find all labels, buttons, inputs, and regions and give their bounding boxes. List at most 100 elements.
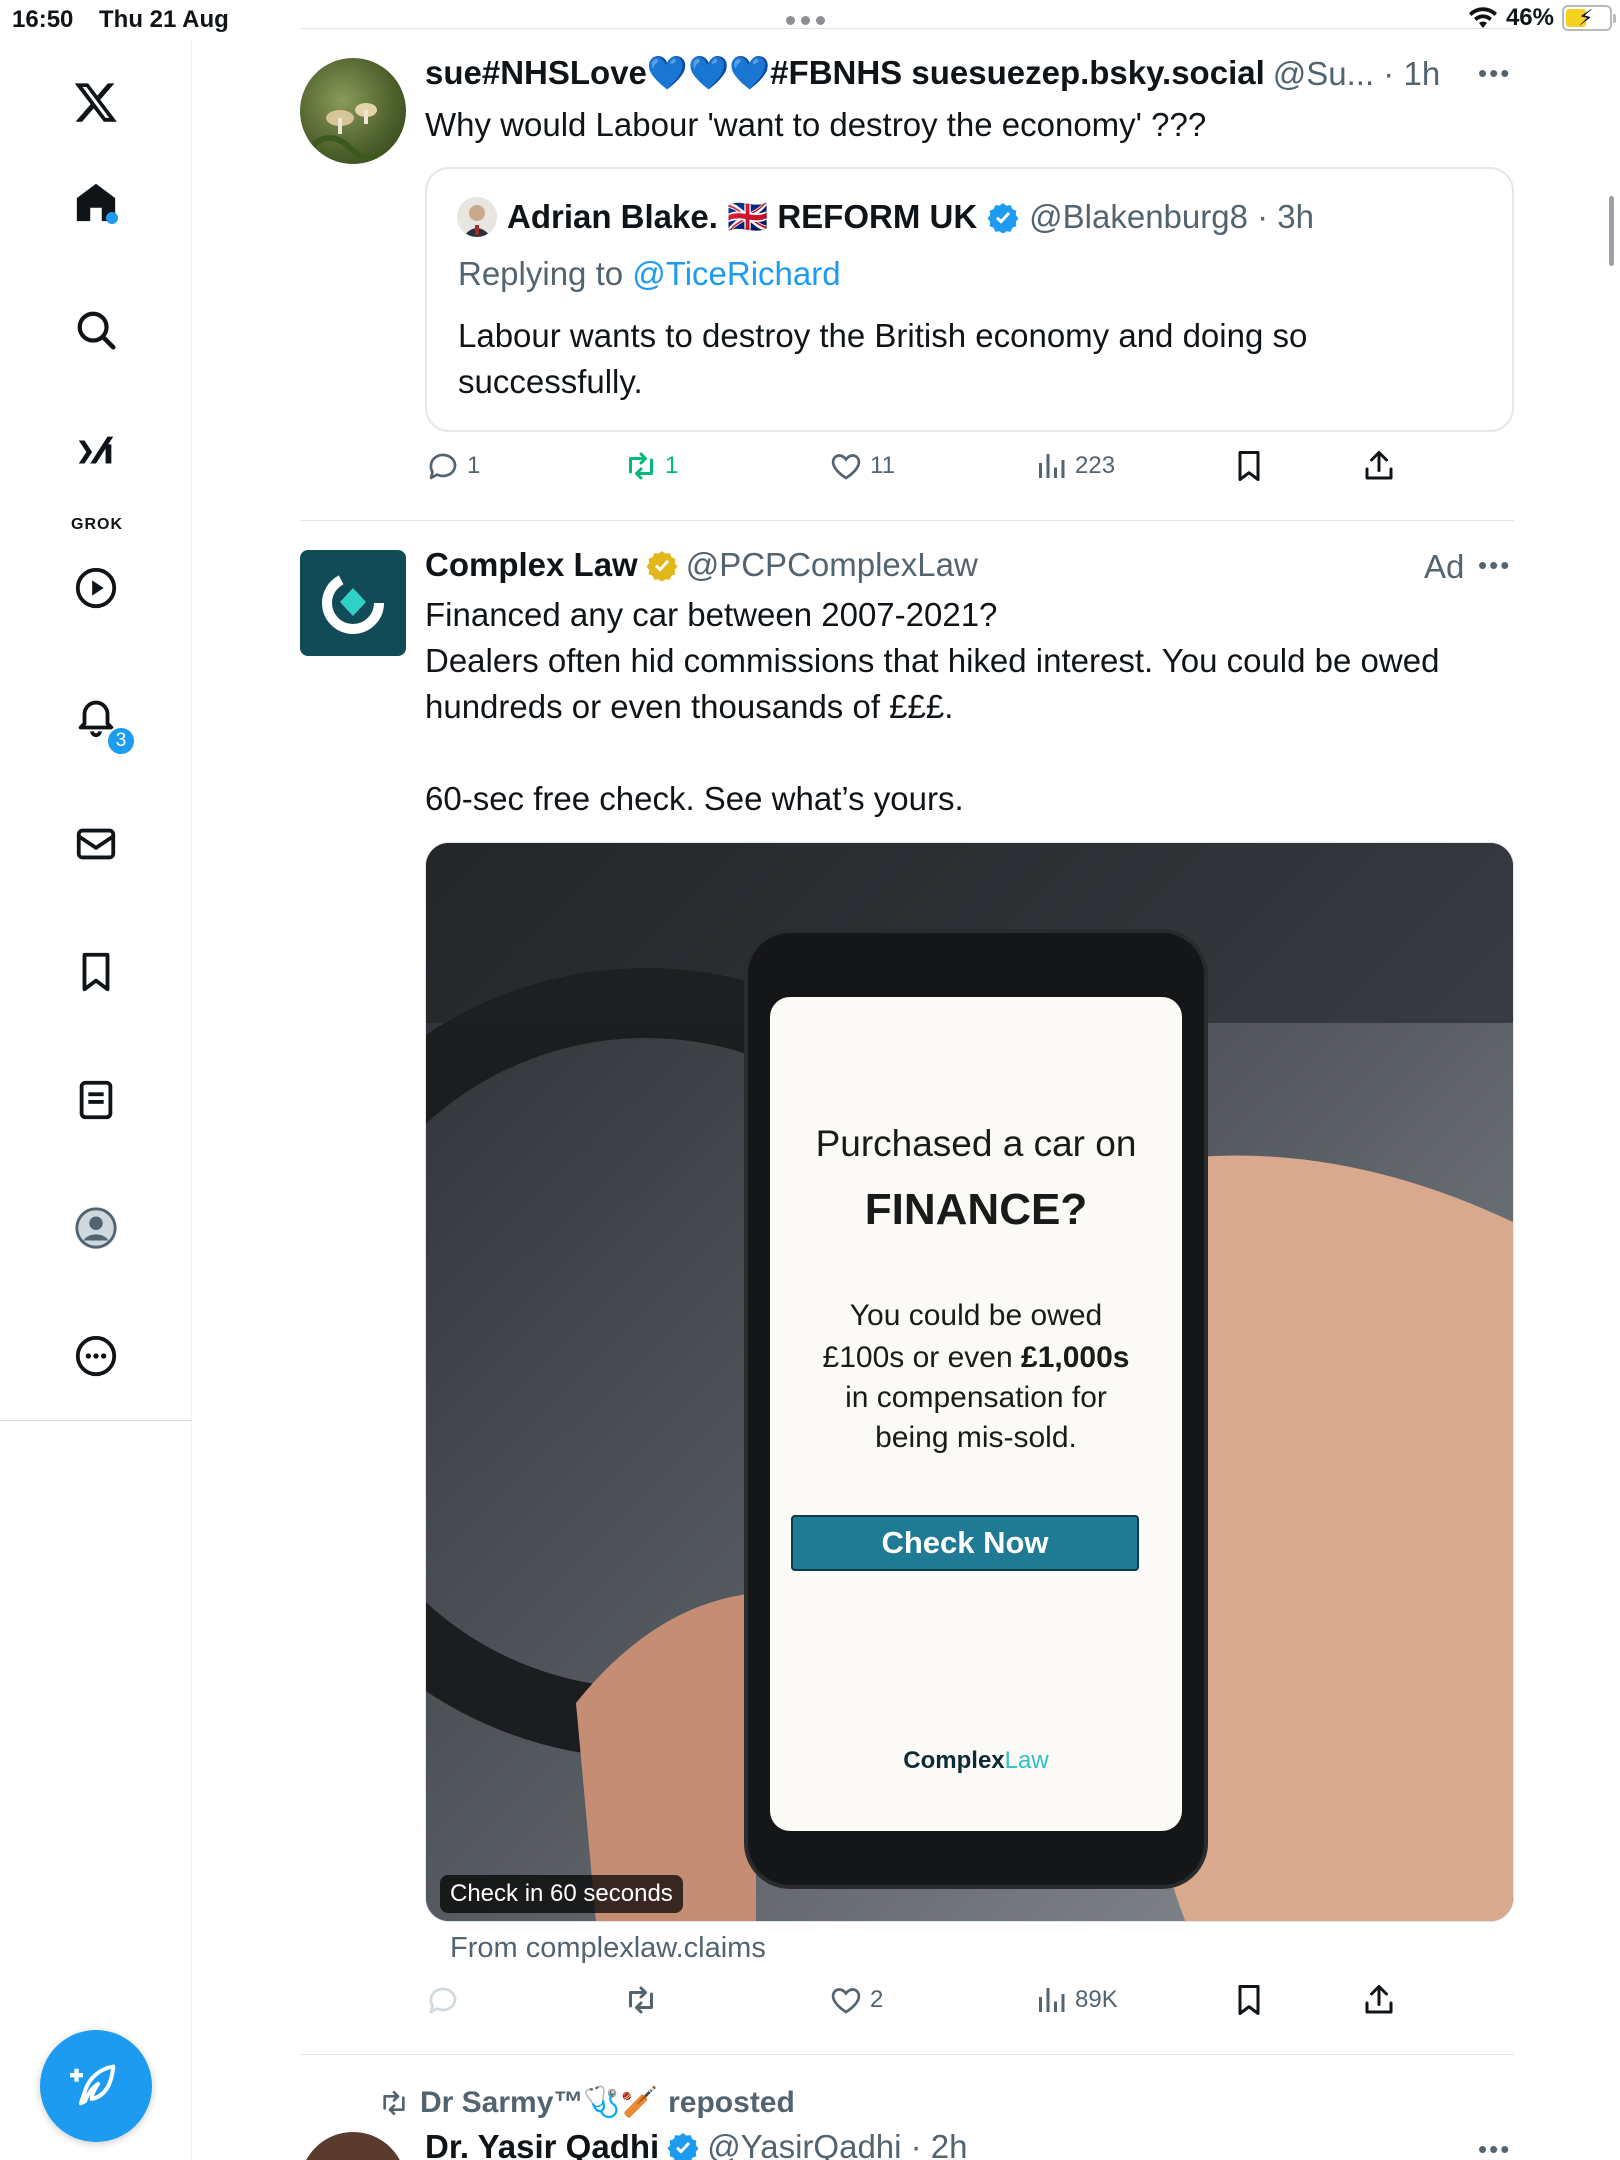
screen-line: £100s or even £1,000s: [822, 1341, 1130, 1374]
author-name[interactable]: Complex Law: [425, 546, 638, 584]
quoted-post-header: Adrian Blake. 🇬🇧 REFORM UK @Blakenburg8 …: [457, 197, 1314, 237]
post-more-icon[interactable]: •••: [1478, 2134, 1511, 2160]
screen-line: You could be owed: [849, 1299, 1103, 1332]
replying-to: Replying to @TiceRichard: [458, 255, 841, 292]
repost-icon: [629, 1986, 653, 2014]
feed-divider: [300, 2054, 1514, 2055]
advertiser-logo[interactable]: [300, 550, 406, 656]
bookmark-icon: [1238, 451, 1260, 481]
repost-count: 1: [665, 452, 679, 479]
bookmark-icon: [1238, 1985, 1260, 2015]
battery-icon: ⚡: [1562, 5, 1616, 31]
home-icon[interactable]: [56, 162, 136, 242]
profile-icon[interactable]: [56, 1188, 136, 1268]
avatar[interactable]: [300, 58, 406, 164]
like-button[interactable]: 2: [828, 1982, 883, 2018]
status-date: Thu 21 Aug: [99, 6, 229, 33]
reposter-name[interactable]: Dr Sarmy™🩺🏏: [420, 2085, 658, 2120]
x-logo-icon[interactable]: [56, 62, 136, 142]
bookmark-button[interactable]: [1231, 1982, 1267, 2018]
sidebar: GROK 3: [0, 40, 192, 2160]
bookmark-button[interactable]: [1231, 448, 1267, 484]
wifi-icon: [1468, 7, 1497, 28]
feed-divider: [300, 520, 1514, 521]
reply-count: 1: [467, 452, 481, 479]
verified-badge-icon: [987, 203, 1019, 233]
post-text: Financed any car between 2007-2021? Deal…: [425, 592, 1514, 822]
status-time: 16:50: [12, 6, 74, 33]
views-count: 89K: [1075, 1986, 1118, 2013]
share-icon: [1365, 1985, 1393, 2014]
check-now-button[interactable]: Check Now: [791, 1515, 1139, 1571]
like-icon: [831, 454, 861, 480]
author-name[interactable]: Dr. Yasir Qadhi: [425, 2128, 659, 2160]
notifications-badge: 3: [106, 726, 136, 756]
replying-to-link[interactable]: @TiceRichard: [632, 255, 840, 292]
screen-headline: FINANCE?: [864, 1185, 1088, 1234]
post-header: Dr. Yasir Qadhi @YasirQadhi · 2h: [425, 2128, 968, 2160]
author-handle-time[interactable]: @Su... · 1h: [1273, 55, 1440, 93]
like-count: 2: [870, 1986, 884, 2013]
phone-screen: Purchased a car on FINANCE? You could be…: [770, 997, 1182, 1831]
screen-brand: ComplexLaw: [903, 1747, 1049, 1774]
post-header: sue#NHSLove💙💙💙#FBNHS suesuezep.bsky.soci…: [425, 54, 1440, 93]
repost-icon: [629, 452, 653, 480]
views-count: 223: [1075, 452, 1116, 479]
views-button[interactable]: 89K: [1033, 1982, 1118, 2018]
author-handle-time[interactable]: @YasirQadhi · 2h: [707, 2128, 967, 2160]
video-icon[interactable]: [56, 548, 136, 628]
grok-label: GROK: [71, 516, 123, 533]
post-more-icon[interactable]: •••: [1478, 550, 1511, 581]
post-more-icon[interactable]: •••: [1478, 58, 1511, 89]
verified-gold-badge-icon: [646, 551, 678, 581]
home-unread-dot: [106, 212, 118, 224]
media-caption: Check in 60 seconds: [440, 1875, 683, 1913]
screen-line: in compensation for: [845, 1381, 1107, 1414]
author-handle[interactable]: @PCPComplexLaw: [686, 546, 978, 584]
post-actions: 1 1 11 223: [425, 448, 1425, 498]
scrollbar[interactable]: [1609, 196, 1614, 266]
share-button[interactable]: [1361, 1982, 1397, 2018]
quoted-avatar: [457, 197, 497, 237]
like-button[interactable]: 11: [828, 448, 895, 484]
reply-button[interactable]: 1: [425, 448, 480, 484]
screen-line: being mis-sold.: [875, 1421, 1077, 1454]
grok-icon[interactable]: [56, 412, 136, 492]
repost-button[interactable]: 1: [623, 448, 678, 484]
post-text-line: Dealers often hid commissions that hiked…: [425, 642, 1440, 725]
bookmarks-icon[interactable]: [56, 932, 136, 1012]
post-header: Complex Law @PCPComplexLaw: [425, 546, 978, 584]
repost-button[interactable]: [623, 1982, 659, 2018]
multitasking-dots[interactable]: [786, 16, 825, 25]
more-icon[interactable]: [56, 1316, 136, 1396]
views-icon: [1039, 454, 1065, 478]
compose-icon: [70, 2064, 116, 2106]
reply-button[interactable]: [425, 1982, 461, 2018]
author-name[interactable]: sue#NHSLove💙💙💙#FBNHS suesuezep.bsky.soci…: [425, 54, 1265, 93]
share-button[interactable]: [1361, 448, 1397, 484]
feed-divider: [300, 28, 1514, 29]
quoted-post[interactable]: Adrian Blake. 🇬🇧 REFORM UK @Blakenburg8 …: [425, 167, 1514, 432]
compose-button[interactable]: [40, 2030, 152, 2142]
quoted-author-name: Adrian Blake. 🇬🇧 REFORM UK: [507, 197, 978, 235]
views-button[interactable]: 223: [1033, 448, 1115, 484]
verified-badge-icon: [667, 2133, 699, 2160]
ad-media-image[interactable]: Purchased a car on FINANCE? You could be…: [425, 842, 1514, 1922]
messages-icon[interactable]: [56, 804, 136, 884]
post-text-line: Financed any car between 2007-2021?: [425, 596, 998, 633]
avatar[interactable]: [300, 2132, 406, 2160]
repost-context: Dr Sarmy™🩺🏏 reposted: [378, 2085, 795, 2120]
reposted-label: reposted: [668, 2085, 795, 2119]
status-bar: 16:50 Thu 21 Aug 46% ⚡: [0, 0, 1620, 40]
search-icon[interactable]: [56, 290, 136, 370]
repost-icon: [383, 2090, 405, 2115]
screen-line: Purchased a car on: [815, 1123, 1137, 1164]
post-text: Why would Labour 'want to destroy the ec…: [425, 106, 1207, 143]
lists-icon[interactable]: [56, 1060, 136, 1140]
share-icon: [1365, 451, 1393, 480]
quoted-text: Labour wants to destroy the British econ…: [458, 317, 1308, 400]
views-icon: [1039, 1988, 1065, 2012]
like-icon: [831, 1988, 861, 2014]
reply-icon: [429, 1987, 457, 2014]
ad-source-link[interactable]: From complexlaw.claims: [450, 1932, 766, 1965]
